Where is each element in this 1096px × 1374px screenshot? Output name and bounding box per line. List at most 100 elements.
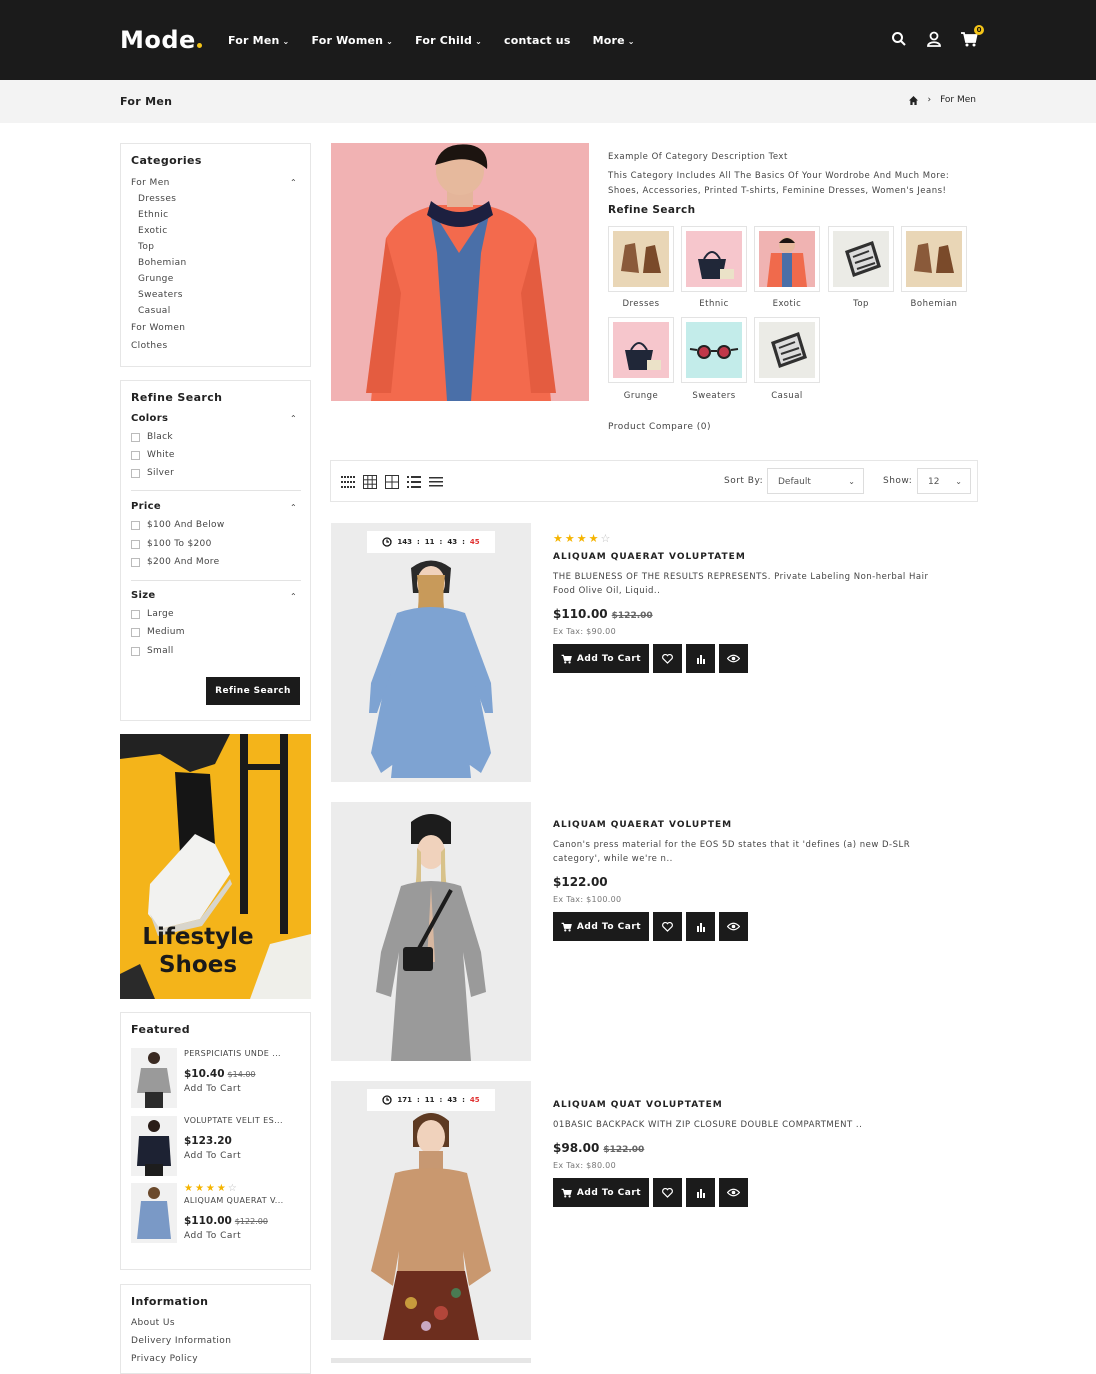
checkbox[interactable] [131, 539, 140, 549]
nav-for-men[interactable]: For Men ⌄ [228, 34, 289, 47]
add-to-cart-button[interactable]: Add To Cart [553, 912, 649, 941]
search-icon[interactable] [890, 30, 908, 48]
wishlist-button[interactable] [653, 644, 682, 673]
filter-price-3[interactable]: $200 And More [131, 557, 219, 567]
category-thumb-dresses[interactable] [608, 226, 674, 292]
wishlist-button[interactable] [653, 1178, 682, 1207]
category-thumb-casual[interactable] [754, 317, 820, 383]
featured-product-image[interactable] [131, 1183, 177, 1243]
product-image[interactable] [331, 802, 531, 1061]
cart-icon[interactable]: 0 [960, 25, 984, 48]
add-to-cart-button[interactable]: Add To Cart [553, 644, 649, 673]
wishlist-button[interactable] [653, 912, 682, 941]
checkbox[interactable] [131, 432, 140, 442]
filter-silver[interactable]: Silver [131, 468, 174, 478]
subcategory-item[interactable]: Sweaters [138, 290, 183, 300]
category-thumb-exotic[interactable] [754, 226, 820, 292]
product-name[interactable]: ALIQUAM QUAERAT VOLUPTEM [553, 820, 948, 830]
breadcrumb-current[interactable]: For Men [940, 95, 976, 105]
filter-large[interactable]: Large [131, 609, 174, 619]
grid-5-icon[interactable] [341, 476, 355, 488]
product-compare-link[interactable]: Product Compare (0) [608, 422, 711, 432]
home-icon[interactable] [909, 95, 919, 105]
thumb-label[interactable]: Grunge [606, 391, 676, 401]
thumb-label[interactable]: Bohemian [899, 299, 969, 309]
category-thumb-top[interactable] [828, 226, 894, 292]
filter-small[interactable]: Small [131, 646, 174, 656]
nav-contact[interactable]: contact us [504, 34, 571, 47]
subcategory-item[interactable]: Grunge [138, 274, 174, 284]
product-image[interactable]: 171:11:43:45 [331, 1081, 531, 1340]
checkbox[interactable] [131, 468, 140, 478]
product-image[interactable]: 143:11:43:45 [331, 523, 531, 782]
quickview-button[interactable] [719, 912, 748, 941]
info-link[interactable]: About Us [131, 1318, 175, 1328]
category-clothes[interactable]: Clothes [131, 341, 168, 351]
thumb-label[interactable]: Top [826, 299, 896, 309]
category-for-women[interactable]: For Women [131, 323, 185, 333]
category-thumb-grunge[interactable] [608, 317, 674, 383]
category-thumb-sweaters[interactable] [681, 317, 747, 383]
thumb-label[interactable]: Dresses [606, 299, 676, 309]
category-for-men[interactable]: For Men [131, 178, 170, 188]
nav-for-child[interactable]: For Child ⌄ [415, 34, 482, 47]
subcategory-item[interactable]: Ethnic [138, 210, 168, 220]
checkbox[interactable] [131, 609, 140, 619]
thumb-label[interactable]: Exotic [752, 299, 822, 309]
filter-medium[interactable]: Medium [131, 627, 185, 637]
grid-3-icon[interactable] [385, 475, 399, 489]
subcategory-item[interactable]: Exotic [138, 226, 168, 236]
checkbox[interactable] [131, 627, 140, 637]
list-compact-icon[interactable] [429, 477, 443, 487]
filter-price-2[interactable]: $100 To $200 [131, 539, 212, 549]
quickview-button[interactable] [719, 644, 748, 673]
info-link[interactable]: Delivery Information [131, 1336, 231, 1346]
compare-button[interactable] [686, 644, 715, 673]
featured-name[interactable]: PERSPICIATIS UNDE ... [184, 1049, 281, 1058]
filter-price-1[interactable]: $100 And Below [131, 520, 224, 530]
compare-button[interactable] [686, 1178, 715, 1207]
checkbox[interactable] [131, 646, 140, 656]
show-select[interactable]: 12 ⌄ [917, 468, 971, 494]
quickview-button[interactable] [719, 1178, 748, 1207]
category-thumb-bohemian[interactable] [901, 226, 967, 292]
featured-name[interactable]: ALIQUAM QUAERAT V... [184, 1196, 284, 1205]
featured-add-to-cart[interactable]: Add To Cart [184, 1084, 281, 1094]
filter-white[interactable]: White [131, 450, 175, 460]
checkbox[interactable] [131, 520, 140, 530]
thumb-label[interactable]: Sweaters [679, 391, 749, 401]
refine-search-button[interactable]: Refine Search [206, 677, 300, 705]
subcategory-item[interactable]: Casual [138, 306, 171, 316]
product-name[interactable]: ALIQUAM QUAT VOLUPTATEM [553, 1100, 948, 1110]
featured-product-image[interactable] [131, 1048, 177, 1108]
user-icon[interactable] [925, 30, 943, 48]
subcategory-item[interactable]: Dresses [138, 194, 176, 204]
thumb-label[interactable]: Casual [752, 391, 822, 401]
collapse-icon[interactable]: ⌃ [290, 414, 297, 423]
featured-product-image[interactable] [131, 1116, 177, 1176]
featured-add-to-cart[interactable]: Add To Cart [184, 1151, 283, 1161]
checkbox[interactable] [131, 557, 140, 567]
product-name[interactable]: ALIQUAM QUAERAT VOLUPTATEM [553, 552, 948, 562]
sort-select[interactable]: Default ⌄ [767, 468, 864, 494]
compare-button[interactable] [686, 912, 715, 941]
filter-black[interactable]: Black [131, 432, 173, 442]
lifestyle-shoes-banner[interactable]: Lifestyle Shoes [120, 734, 311, 999]
category-thumb-ethnic[interactable] [681, 226, 747, 292]
subcategory-item[interactable]: Bohemian [138, 258, 187, 268]
nav-for-women[interactable]: For Women ⌄ [311, 34, 393, 47]
collapse-icon[interactable]: ⌃ [290, 503, 297, 512]
checkbox[interactable] [131, 450, 140, 460]
add-to-cart-button[interactable]: Add To Cart [553, 1178, 649, 1207]
collapse-icon[interactable]: ⌃ [290, 178, 297, 187]
logo[interactable]: Mode [120, 26, 202, 54]
collapse-icon[interactable]: ⌃ [290, 592, 297, 601]
featured-name[interactable]: VOLUPTATE VELIT ES... [184, 1116, 283, 1125]
list-icon[interactable] [407, 476, 421, 488]
nav-more[interactable]: More ⌄ [593, 34, 635, 47]
featured-add-to-cart[interactable]: Add To Cart [184, 1231, 284, 1241]
subcategory-item[interactable]: Top [138, 242, 154, 252]
grid-4-icon[interactable] [363, 475, 377, 489]
product-image[interactable] [331, 1358, 531, 1363]
thumb-label[interactable]: Ethnic [679, 299, 749, 309]
